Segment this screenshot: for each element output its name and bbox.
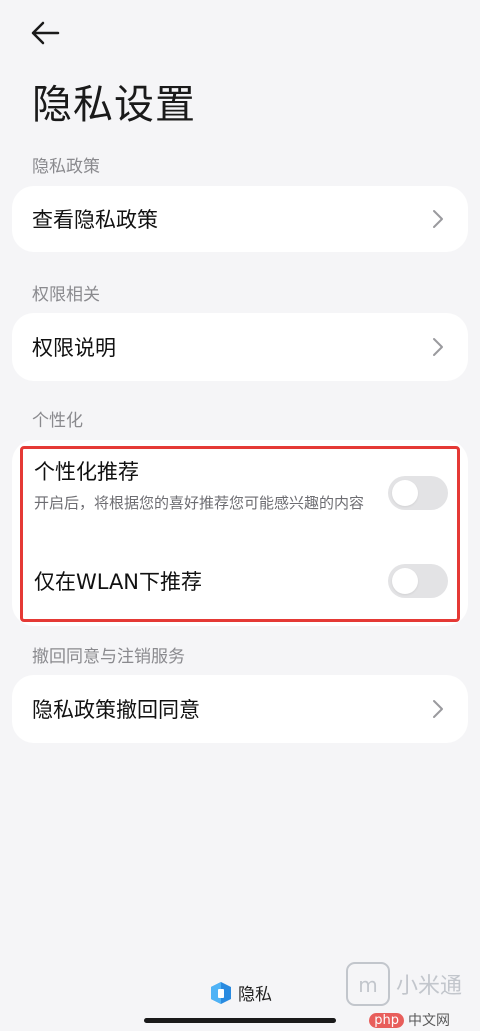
watermark-bottom: php 中文网 — [369, 1010, 450, 1030]
view-privacy-policy-label: 查看隐私政策 — [32, 208, 158, 232]
personalized-recommend-title: 个性化推荐 — [34, 460, 139, 484]
privacy-logo-icon — [211, 981, 231, 1004]
chevron-right-icon — [433, 210, 443, 228]
footer-brand-label: 隐私 — [238, 985, 272, 1005]
chevron-right-icon — [433, 338, 443, 356]
footer-brand: 隐私 — [210, 980, 272, 1005]
back-button[interactable] — [28, 18, 68, 50]
withdraw-consent-row[interactable]: 隐私政策撤回同意 — [12, 675, 468, 743]
personalized-recommend-text: 个性化推荐 开启后，将根据您的喜好推荐您可能感兴趣的内容 — [34, 456, 364, 514]
withdraw-consent-label: 隐私政策撤回同意 — [32, 698, 200, 722]
permission-explanation-label: 权限说明 — [32, 336, 116, 360]
section-label-permissions: 权限相关 — [32, 285, 100, 305]
permission-explanation-row[interactable]: 权限说明 — [12, 313, 468, 381]
watermark-top: m 小米通 — [345, 962, 462, 1006]
personalized-recommend-toggle[interactable] — [388, 476, 448, 510]
home-indicator[interactable] — [144, 1018, 336, 1023]
watermark-top-text: 小米通 — [395, 974, 462, 999]
watermark-php-badge: php — [369, 1012, 404, 1028]
back-arrow-icon — [31, 21, 60, 45]
svg-text:m: m — [358, 973, 377, 997]
section-label-withdraw: 撤回同意与注销服务 — [32, 647, 185, 667]
view-privacy-policy-row[interactable]: 查看隐私政策 — [12, 186, 468, 252]
card-withdraw: 隐私政策撤回同意 — [12, 675, 468, 743]
wlan-only-title: 仅在WLAN下推荐 — [34, 570, 203, 594]
page-title: 隐私设置 — [32, 82, 196, 128]
watermark-logo-icon: m — [345, 962, 390, 1006]
section-label-privacy-policy: 隐私政策 — [32, 157, 100, 177]
section-label-personalization: 个性化 — [32, 411, 83, 431]
chevron-right-icon — [433, 700, 443, 718]
personalized-recommend-desc: 开启后，将根据您的喜好推荐您可能感兴趣的内容 — [34, 494, 365, 512]
card-privacy-policy: 查看隐私政策 — [12, 186, 468, 252]
watermark-site-text: 中文网 — [408, 1013, 450, 1029]
card-permissions: 权限说明 — [12, 313, 468, 381]
card-personalization: 个性化推荐 开启后，将根据您的喜好推荐您可能感兴趣的内容 仅在WLAN下推荐 — [12, 440, 468, 626]
wlan-only-toggle[interactable] — [388, 564, 448, 598]
